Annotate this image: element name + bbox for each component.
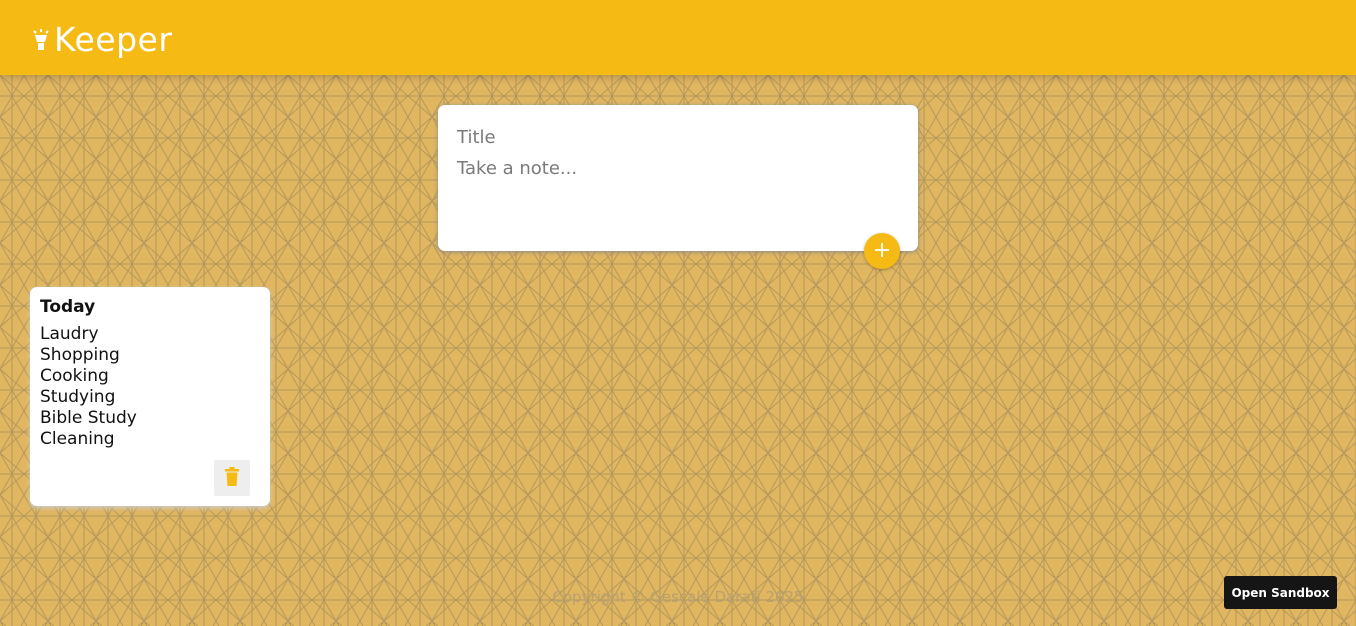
note-line: Bible Study [40,408,137,428]
lightbulb-icon [32,28,50,52]
add-note-button[interactable] [864,233,900,269]
note-line: Laudry [40,324,99,344]
delete-note-button[interactable] [214,460,250,496]
page-footer: Copyright © Gescale Darati 2025 [0,585,1356,609]
note-line: Cleaning [40,429,115,449]
note-line: Studying [40,387,116,407]
trash-icon [224,466,240,490]
note-title: Today [40,297,96,317]
note-title-input[interactable] [457,125,897,149]
note-content: Laudry Shopping Cooking Studying Bible S… [40,324,137,450]
note-card: Today Laudry Shopping Cooking Studying B… [30,287,270,506]
app-header: Keeper [0,0,1356,75]
open-sandbox-button[interactable]: Open Sandbox [1224,576,1337,609]
app-title: Keeper [54,20,173,59]
note-line: Cooking [40,366,109,386]
app-logo: Keeper [32,20,172,60]
note-content-textarea[interactable] [457,157,897,237]
plus-icon [874,242,890,261]
note-line: Shopping [40,345,120,365]
copyright-text: Copyright © Gescale Darati 2025 [552,588,804,606]
create-note-form [438,105,918,251]
